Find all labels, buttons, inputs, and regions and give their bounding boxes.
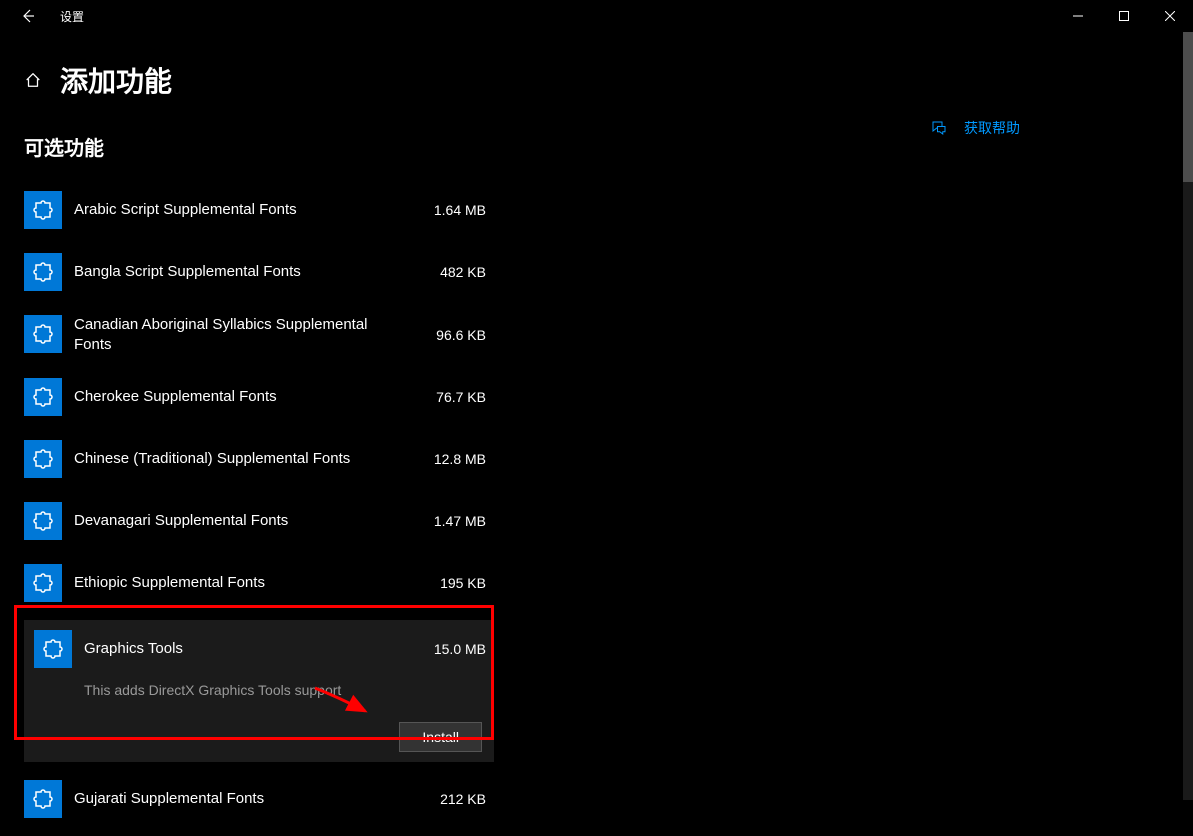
feature-name: Cherokee Supplemental Fonts <box>74 387 277 407</box>
feature-description: This adds DirectX Graphics Tools support <box>84 682 494 698</box>
puzzle-icon <box>31 787 55 811</box>
puzzle-icon <box>41 637 65 661</box>
puzzle-icon <box>31 385 55 409</box>
feature-icon <box>24 502 62 540</box>
feature-size: 212 KB <box>440 791 494 807</box>
feature-icon <box>24 315 62 353</box>
feature-name: Canadian Aboriginal Syllabics Supplement… <box>74 315 374 354</box>
feature-size: 15.0 MB <box>434 641 494 657</box>
feature-size: 96.6 KB <box>436 327 494 343</box>
back-button[interactable] <box>8 0 48 32</box>
help-section: 获取帮助 <box>930 118 1020 138</box>
feature-icon <box>24 191 62 229</box>
feature-item[interactable]: Ethiopic Supplemental Fonts 195 KB <box>24 558 494 608</box>
page-header: 添加功能 <box>0 32 1193 100</box>
feature-size: 482 KB <box>440 264 494 280</box>
feature-name: Ethiopic Supplemental Fonts <box>74 573 265 593</box>
feature-size: 12.8 MB <box>434 451 494 467</box>
feature-name: Gujarati Supplemental Fonts <box>74 789 264 809</box>
feature-item[interactable]: Chinese (Traditional) Supplemental Fonts… <box>24 434 494 484</box>
feature-size: 1.47 MB <box>434 513 494 529</box>
close-button[interactable] <box>1147 0 1193 32</box>
feature-size: 1.64 MB <box>434 202 494 218</box>
scrollbar-thumb[interactable] <box>1183 32 1193 182</box>
feature-name: Arabic Script Supplemental Fonts <box>74 200 297 220</box>
feature-item[interactable]: Cherokee Supplemental Fonts 76.7 KB <box>24 372 494 422</box>
feature-name: Devanagari Supplemental Fonts <box>74 511 288 531</box>
window-controls <box>1055 0 1193 32</box>
feature-item[interactable]: Arabic Script Supplemental Fonts 1.64 MB <box>24 185 494 235</box>
puzzle-icon <box>31 447 55 471</box>
feature-item[interactable]: Devanagari Supplemental Fonts 1.47 MB <box>24 496 494 546</box>
feature-icon <box>24 564 62 602</box>
puzzle-icon <box>31 198 55 222</box>
home-button[interactable] <box>24 71 42 89</box>
feature-icon <box>24 780 62 818</box>
section-title: 可选功能 <box>24 132 494 161</box>
feature-name: Graphics Tools <box>84 639 183 659</box>
feature-item-expanded: Graphics Tools 15.0 MB This adds DirectX… <box>24 620 494 762</box>
feature-item[interactable]: Gujarati Supplemental Fonts 212 KB <box>24 774 494 824</box>
feature-icon <box>34 630 72 668</box>
feature-item[interactable]: Canadian Aboriginal Syllabics Supplement… <box>24 309 494 360</box>
main-column: 可选功能 Arabic Script Supplemental Fonts 1.6… <box>24 132 494 836</box>
get-help-link[interactable]: 获取帮助 <box>964 118 1020 138</box>
feature-size: 195 KB <box>440 575 494 591</box>
feature-icon <box>24 440 62 478</box>
puzzle-icon <box>31 509 55 533</box>
help-chat-icon <box>930 119 948 137</box>
maximize-button[interactable] <box>1101 0 1147 32</box>
home-icon <box>24 71 42 89</box>
feature-name: Bangla Script Supplemental Fonts <box>74 262 301 282</box>
feature-name: Chinese (Traditional) Supplemental Fonts <box>74 449 350 469</box>
puzzle-icon <box>31 571 55 595</box>
puzzle-icon <box>31 322 55 346</box>
window-title: 设置 <box>60 8 84 25</box>
features-list: Arabic Script Supplemental Fonts 1.64 MB B… <box>24 185 494 608</box>
back-arrow-icon <box>20 8 36 24</box>
puzzle-icon <box>31 260 55 284</box>
install-button[interactable]: Install <box>399 722 482 752</box>
feature-size: 76.7 KB <box>436 389 494 405</box>
page-title: 添加功能 <box>60 60 172 100</box>
minimize-button[interactable] <box>1055 0 1101 32</box>
features-list-after: Gujarati Supplemental Fonts 212 KB <box>24 774 494 824</box>
feature-icon <box>24 253 62 291</box>
feature-icon <box>24 378 62 416</box>
titlebar: 设置 <box>0 0 1193 32</box>
feature-item[interactable]: Bangla Script Supplemental Fonts 482 KB <box>24 247 494 297</box>
